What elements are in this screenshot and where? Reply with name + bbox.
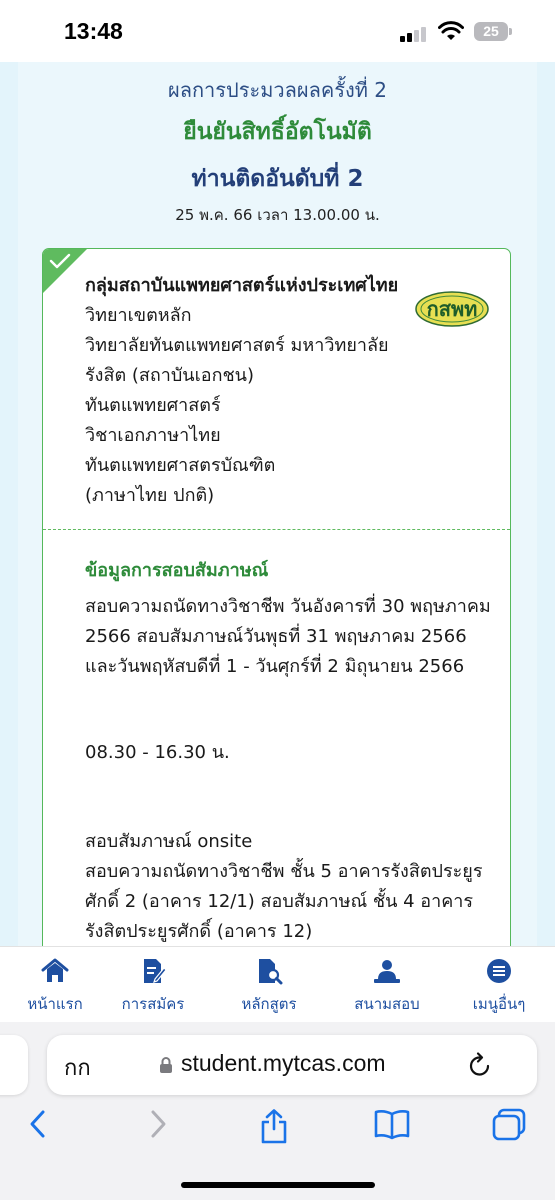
previous-tab-peek[interactable] [0, 1035, 28, 1095]
clock: 13:48 [64, 18, 123, 44]
reload-icon[interactable] [467, 1051, 493, 1079]
major: วิชาเอกภาษาไทย [85, 425, 221, 446]
tab-home[interactable]: หน้าแรก [0, 957, 110, 1016]
forward-icon[interactable] [146, 1108, 170, 1140]
confirm-status: ยืนยันสิทธิ์อัตโนมัติ [183, 119, 372, 145]
back-icon[interactable] [26, 1108, 50, 1140]
admission-card: กสพท กลุ่มสถาบันแพทยศาสตร์แห่งประเทศไทย … [42, 248, 511, 946]
section-divider [43, 529, 510, 530]
site-tab-bar: หน้าแรก การสมัคร หลักสูตร สนามสอบ เมนูอื… [0, 946, 555, 1023]
degree: ทันตแพทยศาสตรบัณฑิต [85, 455, 276, 476]
lock-icon [160, 1057, 172, 1073]
page-settings-button[interactable]: กก [64, 1050, 91, 1085]
address-bar[interactable]: กก student.mytcas.com [47, 1035, 537, 1095]
share-icon[interactable] [258, 1108, 290, 1144]
tabs-icon[interactable] [491, 1108, 527, 1142]
tab-venue[interactable]: สนามสอบ [332, 957, 442, 1016]
status-bar: 13:48 25 [0, 0, 555, 62]
check-icon [49, 253, 71, 269]
tab-courses[interactable]: หลักสูตร [214, 957, 324, 1016]
field: ทันตแพทยศาสตร์ [85, 395, 221, 416]
logo-text: กสพท [427, 297, 478, 321]
tab-venue-label: สนามสอบ [354, 995, 420, 1013]
institution-name: กลุ่มสถาบันแพทยศาสตร์แห่งประเทศไทย [85, 275, 399, 296]
kspt-logo: กสพท [415, 291, 489, 327]
exam-venue-icon [374, 960, 400, 983]
tab-more-label: เมนูอื่นๆ [472, 995, 526, 1013]
program-type: (ภาษาไทย ปกติ) [85, 485, 215, 506]
university-type: รังสิต (สถาบันเอกชน) [85, 365, 255, 386]
battery-icon: 25 [474, 22, 512, 41]
result-datetime: 25 พ.ค. 66 เวลา 13.00.00 น. [175, 206, 380, 224]
home-indicator [181, 1182, 375, 1188]
cellular-signal-icon [400, 26, 430, 42]
battery-level: 25 [483, 23, 499, 39]
faculty: วิทยาลัยทันตแพทยศาสตร์ มหาวิทยาลัย [85, 335, 389, 356]
tab-home-label: หน้าแรก [27, 995, 83, 1013]
browser-toolbar: กก student.mytcas.com [0, 1022, 555, 1200]
search-document-icon [259, 959, 283, 985]
interview-dates: สอบความถนัดทางวิชาชีพ วันอังคารที่ 30 พฤ… [85, 596, 491, 677]
interview-place: สอบสัมภาษณ์ onsite สอบความถนัดทางวิชาชีพ… [85, 831, 483, 942]
bookmarks-icon[interactable] [373, 1108, 411, 1140]
home-icon [41, 958, 69, 982]
tab-more[interactable]: เมนูอื่นๆ [444, 957, 554, 1016]
edit-document-icon [144, 959, 167, 983]
web-content: ผลการประมวลผลครั้งที่ 2 ยืนยันสิทธิ์อัตโ… [0, 62, 555, 946]
tab-apply-label: การสมัคร [121, 995, 185, 1013]
url-text: student.mytcas.com [181, 1050, 386, 1076]
wifi-icon [438, 21, 464, 40]
round-title: ผลการประมวลผลครั้งที่ 2 [167, 78, 388, 102]
tab-courses-label: หลักสูตร [241, 995, 297, 1013]
rank-text: ท่านติดอันดับที่ 2 [191, 166, 364, 192]
program-info: กลุ่มสถาบันแพทยศาสตร์แห่งประเทศไทย วิทยา… [85, 271, 405, 511]
interview-title: ข้อมูลการสอบสัมภาษณ์ [85, 560, 269, 581]
menu-icon [487, 959, 511, 983]
campus: วิทยาเขตหลัก [85, 305, 192, 326]
interview-time: 08.30 - 16.30 น. [85, 742, 230, 763]
tab-apply[interactable]: การสมัคร [98, 957, 208, 1016]
